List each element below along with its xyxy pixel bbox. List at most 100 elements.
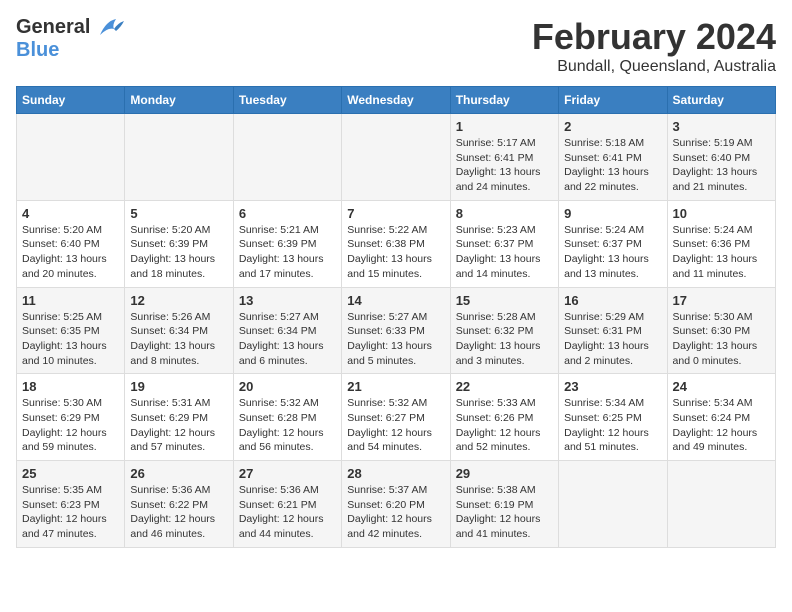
day-info: Sunrise: 5:23 AMSunset: 6:37 PMDaylight:… [456,223,553,282]
table-row: 8 Sunrise: 5:23 AMSunset: 6:37 PMDaylight… [450,200,558,287]
table-row: 9 Sunrise: 5:24 AMSunset: 6:37 PMDaylight… [559,200,667,287]
table-row: 24 Sunrise: 5:34 AMSunset: 6:24 PMDayligh… [667,374,775,461]
day-info: Sunrise: 5:21 AMSunset: 6:39 PMDaylight:… [239,223,336,282]
day-number: 26 [130,466,227,481]
logo-text: General [16,16,124,39]
table-row: 14 Sunrise: 5:27 AMSunset: 6:33 PMDayligh… [342,287,450,374]
logo-blue-text: Blue [16,39,124,61]
day-info: Sunrise: 5:34 AMSunset: 6:25 PMDaylight:… [564,396,661,455]
day-info: Sunrise: 5:36 AMSunset: 6:22 PMDaylight:… [130,483,227,542]
day-number: 12 [130,293,227,308]
day-number: 25 [22,466,119,481]
table-row: 4Sunrise: 5:20 AMSunset: 6:40 PMDaylight… [17,200,125,287]
day-info: Sunrise: 5:37 AMSunset: 6:20 PMDaylight:… [347,483,444,542]
day-number: 6 [239,206,336,221]
day-number: 10 [673,206,770,221]
day-info: Sunrise: 5:30 AMSunset: 6:30 PMDaylight:… [673,310,770,369]
table-row: 23 Sunrise: 5:34 AMSunset: 6:25 PMDayligh… [559,374,667,461]
day-number: 14 [347,293,444,308]
table-row: 25 Sunrise: 5:35 AMSunset: 6:23 PMDayligh… [17,461,125,548]
table-row: 3 Sunrise: 5:19 AMSunset: 6:40 PMDaylight… [667,114,775,201]
day-info: Sunrise: 5:22 AMSunset: 6:38 PMDaylight:… [347,223,444,282]
table-row: 19Sunrise: 5:31 AMSunset: 6:29 PMDayligh… [125,374,233,461]
day-info: Sunrise: 5:34 AMSunset: 6:24 PMDaylight:… [673,396,770,455]
day-number: 13 [239,293,336,308]
day-info: Sunrise: 5:31 AMSunset: 6:29 PMDaylight:… [130,396,227,455]
calendar-week-row: 18 Sunrise: 5:30 AMSunset: 6:29 PMDayligh… [17,374,776,461]
table-row: 27 Sunrise: 5:36 AMSunset: 6:21 PMDayligh… [233,461,341,548]
day-number: 9 [564,206,661,221]
day-info: Sunrise: 5:33 AMSunset: 6:26 PMDaylight:… [456,396,553,455]
table-row [17,114,125,201]
day-number: 4 [22,206,119,221]
day-info: Sunrise: 5:27 AMSunset: 6:33 PMDaylight:… [347,310,444,369]
day-info: Sunrise: 5:36 AMSunset: 6:21 PMDaylight:… [239,483,336,542]
table-row [233,114,341,201]
table-row: 15Sunrise: 5:28 AMSunset: 6:32 PMDayligh… [450,287,558,374]
day-number: 24 [673,379,770,394]
day-number: 3 [673,119,770,134]
calendar-subtitle: Bundall, Queensland, Australia [532,58,776,76]
table-row [125,114,233,201]
header-monday: Monday [125,87,233,114]
header-saturday: Saturday [667,87,775,114]
day-info: Sunrise: 5:38 AMSunset: 6:19 PMDaylight:… [456,483,553,542]
header-sunday: Sunday [17,87,125,114]
table-row: 2Sunrise: 5:18 AMSunset: 6:41 PMDaylight… [559,114,667,201]
logo-bird-icon [96,17,124,39]
table-row: 18 Sunrise: 5:30 AMSunset: 6:29 PMDayligh… [17,374,125,461]
day-number: 28 [347,466,444,481]
day-number: 29 [456,466,553,481]
day-info: Sunrise: 5:26 AMSunset: 6:34 PMDaylight:… [130,310,227,369]
day-info: Sunrise: 5:20 AMSunset: 6:39 PMDaylight:… [130,223,227,282]
day-number: 18 [22,379,119,394]
day-number: 17 [673,293,770,308]
day-number: 27 [239,466,336,481]
day-number: 20 [239,379,336,394]
table-row: 17 Sunrise: 5:30 AMSunset: 6:30 PMDayligh… [667,287,775,374]
table-row: 20Sunrise: 5:32 AMSunset: 6:28 PMDayligh… [233,374,341,461]
table-row: 21Sunrise: 5:32 AMSunset: 6:27 PMDayligh… [342,374,450,461]
day-info: Sunrise: 5:17 AMSunset: 6:41 PMDaylight:… [456,136,553,195]
day-number: 7 [347,206,444,221]
day-number: 23 [564,379,661,394]
day-info: Sunrise: 5:25 AMSunset: 6:35 PMDaylight:… [22,310,119,369]
day-number: 11 [22,293,119,308]
table-row: 7 Sunrise: 5:22 AMSunset: 6:38 PMDaylight… [342,200,450,287]
day-info: Sunrise: 5:35 AMSunset: 6:23 PMDaylight:… [22,483,119,542]
table-row: 13 Sunrise: 5:27 AMSunset: 6:34 PMDayligh… [233,287,341,374]
table-row: 10 Sunrise: 5:24 AMSunset: 6:36 PMDayligh… [667,200,775,287]
calendar-week-row: 11 Sunrise: 5:25 AMSunset: 6:35 PMDayligh… [17,287,776,374]
calendar-header-row: Sunday Monday Tuesday Wednesday Thursday… [17,87,776,114]
day-number: 8 [456,206,553,221]
title-area: February 2024 Bundall, Queensland, Austr… [532,16,776,76]
logo: General Blue [16,16,124,61]
day-number: 15 [456,293,553,308]
day-info: Sunrise: 5:19 AMSunset: 6:40 PMDaylight:… [673,136,770,195]
table-row: 12 Sunrise: 5:26 AMSunset: 6:34 PMDayligh… [125,287,233,374]
table-row: 1 Sunrise: 5:17 AMSunset: 6:41 PMDaylight… [450,114,558,201]
calendar-week-row: 25 Sunrise: 5:35 AMSunset: 6:23 PMDayligh… [17,461,776,548]
header-thursday: Thursday [450,87,558,114]
table-row: 5 Sunrise: 5:20 AMSunset: 6:39 PMDaylight… [125,200,233,287]
day-info: Sunrise: 5:24 AMSunset: 6:37 PMDaylight:… [564,223,661,282]
header: General Blue February 2024 Bundall, Quee… [16,16,776,76]
table-row: 22 Sunrise: 5:33 AMSunset: 6:26 PMDayligh… [450,374,558,461]
calendar-table: Sunday Monday Tuesday Wednesday Thursday… [16,86,776,548]
day-number: 1 [456,119,553,134]
day-info: Sunrise: 5:27 AMSunset: 6:34 PMDaylight:… [239,310,336,369]
day-info: Sunrise: 5:29 AMSunset: 6:31 PMDaylight:… [564,310,661,369]
table-row: 11 Sunrise: 5:25 AMSunset: 6:35 PMDayligh… [17,287,125,374]
calendar-week-row: 4Sunrise: 5:20 AMSunset: 6:40 PMDaylight… [17,200,776,287]
header-wednesday: Wednesday [342,87,450,114]
table-row: 6 Sunrise: 5:21 AMSunset: 6:39 PMDaylight… [233,200,341,287]
day-info: Sunrise: 5:30 AMSunset: 6:29 PMDaylight:… [22,396,119,455]
day-number: 5 [130,206,227,221]
day-info: Sunrise: 5:24 AMSunset: 6:36 PMDaylight:… [673,223,770,282]
calendar-title: February 2024 [532,16,776,58]
table-row: 29 Sunrise: 5:38 AMSunset: 6:19 PMDayligh… [450,461,558,548]
day-number: 2 [564,119,661,134]
table-row [667,461,775,548]
calendar-week-row: 1 Sunrise: 5:17 AMSunset: 6:41 PMDaylight… [17,114,776,201]
day-number: 22 [456,379,553,394]
